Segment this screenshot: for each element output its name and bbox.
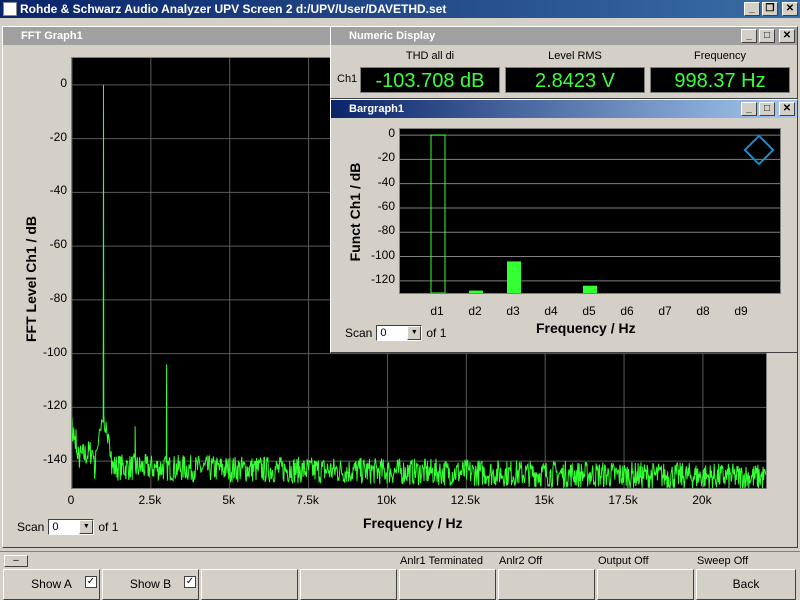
numeric-display-titlebar[interactable]: Numeric Display _ □ ✕ — [331, 27, 797, 45]
status-anlr2: Anlr2 Off — [499, 555, 543, 567]
bar-y-tick-label: -100 — [370, 247, 395, 262]
fft-x-tick-label: 20k — [692, 493, 712, 507]
bar-d3 — [507, 261, 521, 293]
softkey-show-b-label: Show B — [129, 577, 172, 591]
bar-x-tick-label: d3 — [506, 304, 520, 318]
fft-y-tick-label: -140 — [42, 452, 67, 467]
softkey-bar: – Anlr1 Terminated Anlr2 Off Output Off … — [0, 551, 800, 600]
bargraph-x-axis-label: Frequency / Hz — [536, 320, 636, 336]
bargraph-minimize-button[interactable]: _ — [741, 102, 757, 116]
softkey-5[interactable] — [399, 569, 496, 600]
bargraph-title: Bargraph1 — [349, 103, 405, 115]
chevron-down-icon: ▼ — [79, 520, 94, 534]
fft-scan-label: Scan — [17, 520, 45, 534]
bargraph-window-controls: _ □ ✕ — [741, 102, 795, 116]
numeric-channel-label: Ch1 — [337, 73, 358, 85]
fft-y-axis-label: FFT Level Ch1 / dB — [23, 216, 39, 343]
bar-x-tick-label: d1 — [430, 304, 444, 318]
fft-scan-value: 0 — [52, 521, 59, 533]
fft-scan-dropdown[interactable]: 0 ▼ — [48, 519, 95, 535]
bar-x-tick-label: d5 — [582, 304, 596, 318]
minimize-button[interactable]: _ — [744, 2, 760, 16]
bar-x-tick-label: d4 — [544, 304, 558, 318]
thd-header: THD all di — [405, 50, 455, 62]
bar-x-tick-label: d9 — [734, 304, 748, 318]
bargraph-scan-of: of 1 — [426, 326, 447, 340]
softkey-back[interactable]: Back — [696, 569, 796, 600]
bar-y-tick-label: 0 — [388, 126, 395, 141]
status-anlr1: Anlr1 Terminated — [400, 555, 483, 567]
restore-button[interactable]: ❐ — [762, 2, 778, 16]
fft-x-tick-label: 5k — [222, 493, 236, 507]
numeric-window-controls: _ □ ✕ — [741, 29, 795, 43]
fft-y-tick-label: -20 — [49, 129, 67, 144]
level-rms-value: 2.8423 V — [505, 67, 645, 93]
close-button[interactable]: ✕ — [782, 2, 798, 16]
bar-x-tick-label: d8 — [696, 304, 710, 318]
fft-x-tick-label: 17.5k — [608, 493, 638, 507]
numeric-minimize-button[interactable]: _ — [741, 29, 757, 43]
bar-y-tick-label: -40 — [377, 174, 395, 189]
numeric-close-button[interactable]: ✕ — [779, 29, 795, 43]
status-output: Output Off — [598, 555, 649, 567]
bargraph-scan-label: Scan — [345, 326, 373, 340]
fft-scan-of: of 1 — [98, 520, 119, 534]
bar-y-tick-label: -80 — [377, 223, 395, 238]
fft-scan-control: Scan 0 ▼ of 1 — [17, 519, 118, 535]
app-titlebar: Rohde & Schwarz Audio Analyzer UPV Scree… — [0, 0, 800, 18]
bar-x-tick-label: d7 — [658, 304, 672, 318]
app-icon — [3, 2, 17, 16]
fft-x-tick-label: 10k — [376, 493, 397, 507]
numeric-maximize-button[interactable]: □ — [759, 29, 775, 43]
checkbox-show-a[interactable]: ✓ — [85, 576, 97, 588]
fft-y-tick-label: -40 — [49, 183, 67, 198]
status-sweep: Sweep Off — [697, 555, 749, 567]
bar-x-tick-label: d2 — [468, 304, 482, 318]
softkey-show-a[interactable]: Show A ✓ — [3, 569, 100, 600]
level-rms-header: Level RMS — [548, 50, 602, 62]
bargraph-titlebar[interactable]: Bargraph1 _ □ ✕ — [331, 100, 797, 118]
bargraph-window: Bargraph1 _ □ ✕ 0 -20 -40 -60 -80 -100 -120 d1… — [330, 99, 798, 353]
app-title: Rohde & Schwarz Audio Analyzer UPV Scree… — [20, 2, 447, 16]
bargraph-scan-dropdown[interactable]: 0 ▼ — [376, 325, 423, 341]
bar-d1 — [430, 134, 446, 294]
fft-y-tick-label: 0 — [60, 75, 67, 90]
chevron-down-icon: ▼ — [407, 326, 422, 340]
fft-x-tick-label: 15k — [534, 493, 554, 507]
bar-d5 — [583, 285, 597, 293]
bargraph-close-button[interactable]: ✕ — [779, 102, 795, 116]
fft-x-tick-label: 2.5k — [138, 493, 162, 507]
fft-x-tick-label: 12.5k — [450, 493, 480, 507]
bar-y-tick-label: -20 — [377, 150, 395, 165]
bargraph-scan-value: 0 — [380, 327, 387, 339]
bar-d2 — [469, 290, 483, 293]
collapse-button[interactable]: – — [4, 555, 28, 567]
checkbox-show-b[interactable]: ✓ — [184, 576, 196, 588]
numeric-display-title: Numeric Display — [349, 30, 436, 42]
thd-value: -103.708 dB — [360, 67, 500, 93]
bargraph-scan-control: Scan 0 ▼ of 1 — [345, 325, 446, 341]
fft-graph-title: FFT Graph1 — [21, 30, 83, 42]
bar-x-tick-label: d6 — [620, 304, 634, 318]
frequency-value: 998.37 Hz — [650, 67, 790, 93]
fft-x-axis-label: Frequency / Hz — [363, 515, 463, 531]
softkey-show-b[interactable]: Show B ✓ — [102, 569, 199, 600]
bargraph-maximize-button[interactable]: □ — [759, 102, 775, 116]
softkey-7[interactable] — [597, 569, 694, 600]
softkey-6[interactable] — [498, 569, 595, 600]
fft-x-tick-label: 0 — [67, 493, 75, 507]
bar-y-tick-label: -60 — [377, 198, 395, 213]
frequency-header: Frequency — [694, 50, 746, 62]
bargraph-plot — [400, 134, 780, 295]
bargraph-y-axis-label: Funct Ch1 / dB — [347, 162, 363, 262]
bargraph-plot-area[interactable] — [399, 128, 781, 295]
softkey-3[interactable] — [201, 569, 298, 600]
fft-y-tick-label: -120 — [42, 398, 67, 413]
fft-x-tick-label: 7.5k — [296, 493, 319, 507]
softkey-4[interactable] — [300, 569, 397, 600]
bar-y-tick-label: -120 — [370, 271, 395, 286]
app-window-controls: _ ❐ ✕ — [744, 2, 798, 16]
softkey-show-a-label: Show A — [31, 577, 72, 591]
